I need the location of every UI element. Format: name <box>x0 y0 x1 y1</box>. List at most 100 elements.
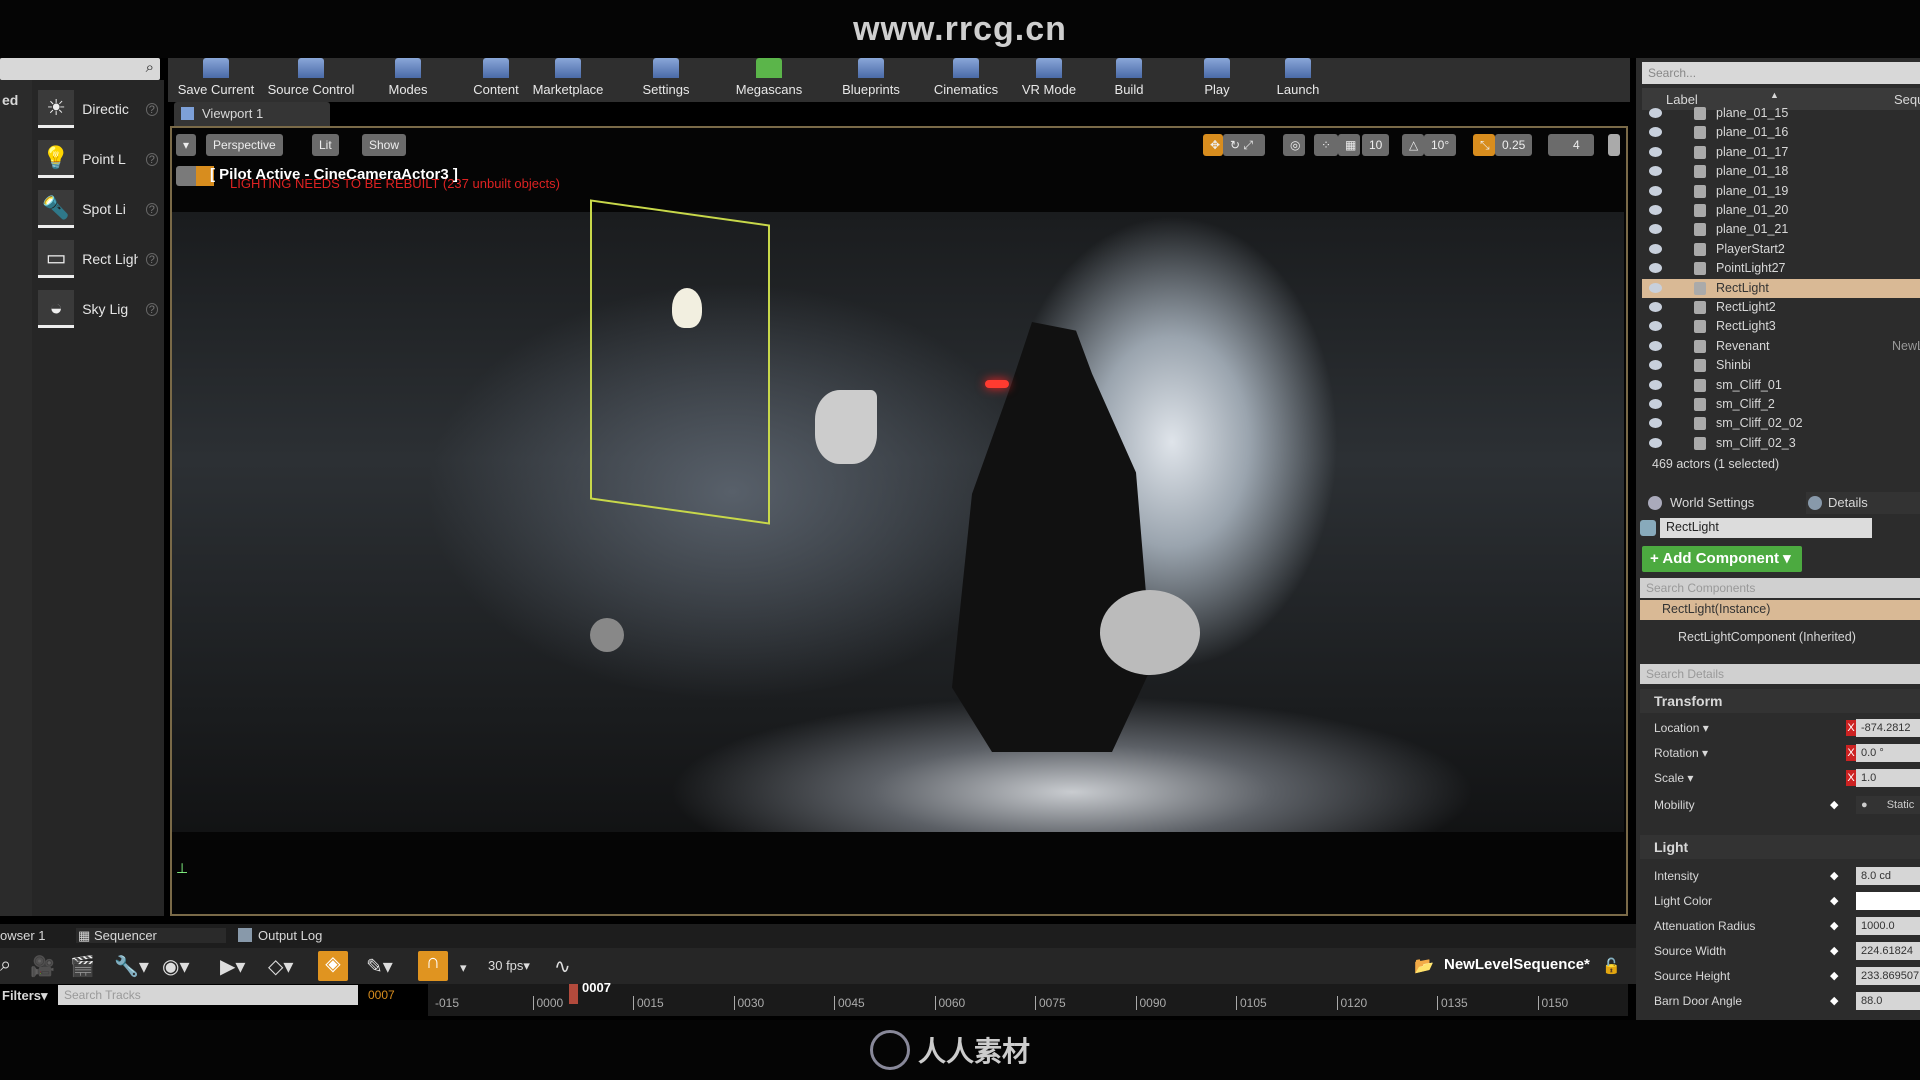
toolbar-save-current-button[interactable]: Save Current <box>176 58 256 102</box>
lit-button[interactable]: Lit <box>312 134 339 156</box>
visibility-eye-icon[interactable] <box>1649 360 1662 371</box>
toolbar-content-button[interactable]: Content <box>470 58 522 102</box>
light-prop-value[interactable]: 224.61824 <box>1856 942 1920 960</box>
location-label[interactable]: Location ▾ <box>1654 721 1709 735</box>
help-icon[interactable]: ? <box>145 102 158 116</box>
search-components-input[interactable]: Search Components <box>1640 578 1920 598</box>
surface-snap-icon[interactable]: ⁘ <box>1314 134 1338 156</box>
toolbar-marketplace-button[interactable]: Marketplace <box>530 58 606 102</box>
left-search-input[interactable]: ⌕ <box>0 58 160 80</box>
place-item-0[interactable]: ☀ Directic? <box>38 89 158 129</box>
help-icon[interactable]: ? <box>145 202 158 216</box>
visibility-eye-icon[interactable] <box>1649 437 1662 448</box>
reset-icon[interactable]: ◆ <box>1830 966 1838 986</box>
outliner-row[interactable]: PointLight27 <box>1642 259 1920 278</box>
outliner-row[interactable]: Shinbi <box>1642 356 1920 375</box>
show-button[interactable]: Show <box>362 134 407 156</box>
visibility-eye-icon[interactable] <box>1649 108 1662 118</box>
clapper-icon[interactable]: 🎬 <box>70 954 95 979</box>
world-icon[interactable]: ◎ <box>1283 134 1305 156</box>
scale-label[interactable]: Scale ▾ <box>1654 771 1693 785</box>
visibility-eye-icon[interactable] <box>1649 224 1662 235</box>
visibility-eye-icon[interactable] <box>1649 418 1662 429</box>
outliner-row[interactable]: Revenant NewL <box>1642 337 1920 356</box>
translate-icon[interactable]: ✥ <box>1203 134 1223 156</box>
visibility-eye-icon[interactable] <box>1649 302 1662 312</box>
visibility-eye-icon[interactable] <box>1649 340 1662 351</box>
playhead[interactable] <box>569 984 578 1004</box>
snap-dropdown-icon[interactable]: ▾ <box>460 960 467 976</box>
light-bulb-icon[interactable] <box>672 288 702 328</box>
toolbar-launch-button[interactable]: Launch <box>1268 58 1328 102</box>
outliner-row[interactable]: plane_01_18 <box>1642 162 1920 181</box>
reset-icon[interactable]: ◆ <box>1830 891 1838 911</box>
rotation-snap-icon[interactable]: △ <box>1402 134 1424 156</box>
reset-icon[interactable]: ◆ <box>1830 916 1838 936</box>
toolbar-cinematics-button[interactable]: Cinematics <box>930 58 1002 102</box>
help-icon[interactable]: ? <box>145 302 158 316</box>
auto-key-icon[interactable]: ◈ <box>318 951 348 981</box>
light-prop-value[interactable]: 233.869507 <box>1856 967 1920 985</box>
search-tracks-input[interactable]: Search Tracks <box>58 985 358 1005</box>
visibility-eye-icon[interactable] <box>1649 379 1662 390</box>
toolbar-modes-button[interactable]: Modes <box>380 58 436 102</box>
current-frame[interactable]: 0007 <box>368 988 395 1002</box>
light-prop-value[interactable]: 1000.0 <box>1856 917 1920 935</box>
search-details-input[interactable]: Search Details <box>1640 664 1920 684</box>
reset-icon[interactable]: ◆ <box>1830 941 1838 961</box>
actor-sprite-icon[interactable] <box>1100 590 1200 675</box>
outliner-row[interactable]: sm_Cliff_01 <box>1642 376 1920 395</box>
outliner-row[interactable]: RectLight2 <box>1642 298 1920 317</box>
outliner-row[interactable]: RectLight3 <box>1642 317 1920 336</box>
tab-content-browser[interactable]: owser 1 <box>0 928 46 943</box>
visibility-eye-icon[interactable] <box>1649 399 1662 409</box>
visibility-eye-icon[interactable] <box>1649 205 1662 215</box>
place-item-1[interactable]: 💡 Point L? <box>38 139 158 179</box>
toolbar-build-button[interactable]: Build <box>1104 58 1154 102</box>
visibility-eye-icon[interactable] <box>1649 263 1662 274</box>
filters-dropdown[interactable]: Filters▾ <box>2 988 48 1004</box>
scale-x-input[interactable]: 1.0 <box>1856 769 1920 787</box>
toolbar-source-control-button[interactable]: Source Control <box>263 58 359 102</box>
key-icon[interactable]: ◇▾ <box>268 954 293 979</box>
help-icon[interactable]: ? <box>145 252 158 266</box>
outliner-row[interactable]: sm_Cliff_2 <box>1642 395 1920 414</box>
outliner-row[interactable]: PlayerStart2 <box>1642 240 1920 259</box>
tab-details[interactable]: Details <box>1806 492 1920 514</box>
outliner-search-input[interactable]: Search... <box>1642 62 1920 84</box>
viewport-tab[interactable]: Viewport 1 <box>174 102 330 126</box>
pencil-icon[interactable]: ✎▾ <box>366 954 393 979</box>
light-section[interactable]: Light <box>1640 835 1920 859</box>
outliner-row[interactable]: plane_01_15 <box>1642 104 1920 123</box>
visibility-eye-icon[interactable] <box>1649 127 1662 138</box>
outliner-row[interactable]: plane_01_16 <box>1642 123 1920 142</box>
toolbar-vr-mode-button[interactable]: VR Mode <box>1018 58 1080 102</box>
visibility-eye-icon[interactable] <box>1649 146 1662 157</box>
reset-icon[interactable]: ◆ <box>1830 866 1838 886</box>
component-instance[interactable]: RectLight(Instance) <box>1640 600 1920 620</box>
light-prop-value[interactable]: 88.0 <box>1856 992 1920 1010</box>
folder-icon[interactable]: 📂 <box>1414 956 1434 976</box>
grid-size-value[interactable]: 10 <box>1362 134 1390 156</box>
search-icon[interactable]: ⌕ <box>0 954 11 977</box>
component-inherited[interactable]: RectLightComponent (Inherited) <box>1678 630 1856 644</box>
scale-snap-icon[interactable]: ⤡ <box>1473 134 1495 156</box>
location-x-input[interactable]: -874.2812 <box>1856 719 1920 737</box>
tab-world-settings[interactable]: World Settings <box>1646 492 1796 514</box>
curve-editor-icon[interactable]: ∿ <box>554 954 571 979</box>
add-component-button[interactable]: + Add Component ▾ <box>1642 546 1802 572</box>
scene-render[interactable] <box>172 212 1624 832</box>
visibility-eye-icon[interactable] <box>1649 243 1662 254</box>
rect-light-bounds[interactable] <box>590 199 770 525</box>
visibility-eye-icon[interactable] <box>1649 166 1662 177</box>
place-item-4[interactable]: ◒ Sky Lig? <box>38 289 158 329</box>
tab-sequencer[interactable]: ▦ Sequencer <box>76 928 226 943</box>
audio-speaker-icon[interactable] <box>815 390 877 464</box>
light-prop-value[interactable]: 8.0 cd <box>1856 867 1920 885</box>
toolbar-play-button[interactable]: Play <box>1192 58 1242 102</box>
outliner-row[interactable]: sm_Cliff_02_02 <box>1642 414 1920 433</box>
perspective-button[interactable]: Perspective <box>206 134 283 156</box>
place-item-3[interactable]: ▭ Rect Light? <box>38 239 158 279</box>
maximize-viewport-icon[interactable] <box>1608 134 1620 156</box>
grid-snap-icon[interactable]: ▦ <box>1338 134 1360 156</box>
